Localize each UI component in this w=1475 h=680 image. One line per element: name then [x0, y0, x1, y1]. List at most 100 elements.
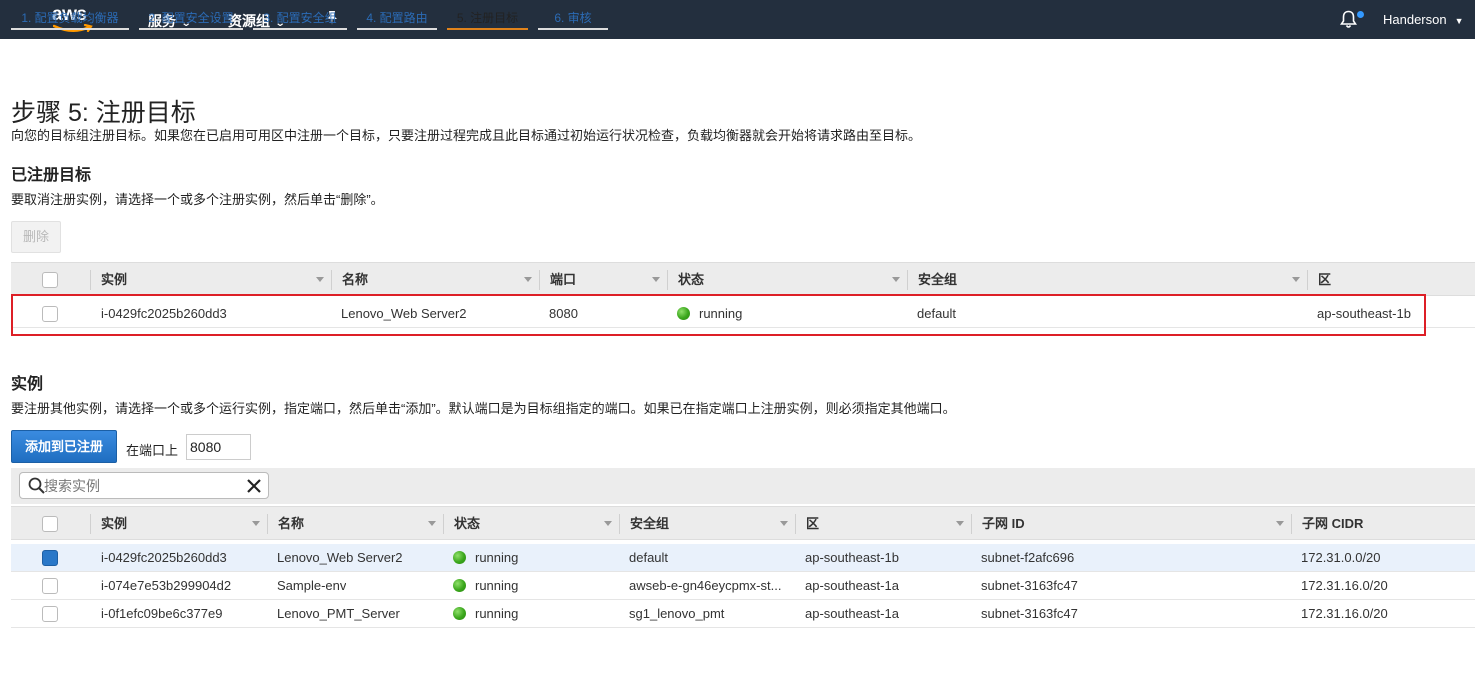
instance-name: Lenovo_PMT_Server: [277, 606, 400, 621]
column-port[interactable]: 端口: [550, 263, 576, 296]
instance-name: Sample-env: [277, 578, 347, 593]
status-cell: running: [453, 544, 518, 572]
column-name[interactable]: 名称: [342, 263, 368, 296]
tab-register-targets[interactable]: 5. 注册目标: [447, 0, 528, 30]
instance-id: i-0f1efc09be6c377e9: [101, 606, 223, 621]
status-text: running: [699, 306, 743, 321]
column-instance[interactable]: 实例: [101, 263, 127, 296]
subnet-id: subnet-f2afc696: [981, 550, 1075, 565]
tab-review[interactable]: 6. 审核: [538, 0, 608, 30]
page-title: 步骤 5: 注册目标: [11, 99, 196, 127]
sort-caret-icon[interactable]: [1276, 521, 1284, 526]
security-group: default: [917, 306, 957, 321]
zone: ap-southeast-1b: [1317, 306, 1411, 321]
sort-caret-icon[interactable]: [604, 521, 612, 526]
column-zone[interactable]: 区: [1318, 263, 1331, 296]
status-running-icon: [453, 551, 466, 565]
search-input[interactable]: [44, 476, 234, 496]
column-divider: [971, 514, 972, 534]
table-row[interactable]: i-0f1efc09be6c377e9 Lenovo_PMT_Server ru…: [11, 600, 1475, 628]
tab-configure-load-balancer[interactable]: 1. 配置负载均衡器: [11, 0, 129, 30]
registered-targets-heading: 已注册目标: [11, 167, 92, 184]
column-divider: [267, 514, 268, 534]
tab-configure-security-groups[interactable]: 3. 配置安全组: [253, 0, 347, 30]
column-instance[interactable]: 实例: [101, 507, 127, 540]
column-status[interactable]: 状态: [678, 263, 704, 296]
column-security-group[interactable]: 安全组: [918, 263, 957, 296]
tab-configure-security-settings[interactable]: 2. 配置安全设置: [139, 0, 243, 30]
sort-caret-icon[interactable]: [252, 521, 260, 526]
column-divider: [90, 514, 91, 534]
table-row[interactable]: i-0429fc2025b260dd3 Lenovo_Web Server2 8…: [11, 300, 1475, 328]
column-status[interactable]: 状态: [454, 507, 480, 540]
column-divider: [619, 514, 620, 534]
delete-button[interactable]: 删除: [11, 221, 61, 253]
select-all-checkbox[interactable]: [42, 516, 58, 532]
tab-configure-routing[interactable]: 4. 配置路由: [357, 0, 437, 30]
column-security-group[interactable]: 安全组: [630, 507, 669, 540]
user-name: Handerson: [1383, 12, 1447, 27]
chevron-down-icon: ▼: [1454, 16, 1464, 26]
column-zone[interactable]: 区: [806, 507, 819, 540]
registered-table-header: 实例 名称 端口 状态 安全组 区: [11, 262, 1475, 296]
instance-name: Lenovo_Web Server2: [277, 550, 403, 565]
row-checkbox[interactable]: [42, 578, 58, 594]
column-divider: [331, 270, 332, 290]
row-checkbox[interactable]: [42, 306, 58, 322]
port-label: 在端口上: [126, 443, 179, 458]
instances-description: 要注册其他实例，请选择一个或多个运行实例，指定端口，然后单击“添加”。默认端口是…: [11, 401, 956, 416]
subnet-cidr: 172.31.16.0/20: [1301, 578, 1388, 593]
security-group: sg1_lenovo_pmt: [629, 606, 725, 621]
status-text: running: [475, 550, 519, 565]
status-running-icon: [677, 307, 690, 321]
subnet-id: subnet-3163fc47: [981, 606, 1078, 621]
port-input[interactable]: [186, 434, 251, 460]
status-running-icon: [453, 607, 466, 621]
sort-caret-icon[interactable]: [956, 521, 964, 526]
instance-id: i-074e7e53b299904d2: [101, 578, 232, 593]
instances-heading: 实例: [11, 376, 44, 393]
sort-caret-icon[interactable]: [780, 521, 788, 526]
add-to-registered-button[interactable]: 添加到已注册: [11, 430, 117, 463]
page-description: 向您的目标组注册目标。如果您在已启用可用区中注册一个目标，只要注册过程完成且此目…: [11, 128, 922, 143]
zone: ap-southeast-1a: [805, 606, 899, 621]
status-cell: running: [453, 600, 518, 628]
security-group: awseb-e-gn46eycpmx-st...: [629, 578, 782, 593]
status-running-icon: [453, 579, 466, 593]
registered-targets-description: 要取消注册实例，请选择一个或多个注册实例，然后单击“删除”。: [11, 192, 384, 207]
column-divider: [1291, 514, 1292, 534]
status-cell: running: [453, 572, 518, 600]
subnet-cidr: 172.31.16.0/20: [1301, 606, 1388, 621]
sort-caret-icon[interactable]: [1292, 277, 1300, 282]
column-divider: [443, 514, 444, 534]
status-text: running: [475, 578, 519, 593]
table-row[interactable]: i-0429fc2025b260dd3 Lenovo_Web Server2 r…: [11, 544, 1475, 572]
column-divider: [795, 514, 796, 534]
column-name[interactable]: 名称: [278, 507, 304, 540]
sort-caret-icon[interactable]: [316, 277, 324, 282]
column-divider: [539, 270, 540, 290]
sort-caret-icon[interactable]: [652, 277, 660, 282]
zone: ap-southeast-1b: [805, 550, 899, 565]
table-row[interactable]: i-074e7e53b299904d2 Sample-env running a…: [11, 572, 1475, 600]
row-checkbox[interactable]: [42, 550, 58, 566]
bell-icon[interactable]: [1340, 10, 1357, 32]
sort-caret-icon[interactable]: [428, 521, 436, 526]
status-text: running: [475, 606, 519, 621]
security-group: default: [629, 550, 669, 565]
sort-caret-icon[interactable]: [524, 277, 532, 282]
instances-table-header: 实例 名称 状态 安全组 区 子网 ID 子网 CIDR: [11, 506, 1475, 540]
column-divider: [90, 270, 91, 290]
row-checkbox[interactable]: [42, 606, 58, 622]
column-divider: [667, 270, 668, 290]
instance-name: Lenovo_Web Server2: [341, 306, 467, 321]
column-subnet-id[interactable]: 子网 ID: [982, 507, 1025, 540]
column-divider: [907, 270, 908, 290]
zone: ap-southeast-1a: [805, 578, 899, 593]
user-menu[interactable]: Handerson ▼: [1383, 12, 1464, 27]
select-all-checkbox[interactable]: [42, 272, 58, 288]
column-subnet-cidr[interactable]: 子网 CIDR: [1302, 507, 1363, 540]
close-icon[interactable]: [246, 478, 262, 494]
port-value: 8080: [549, 306, 578, 321]
sort-caret-icon[interactable]: [892, 277, 900, 282]
